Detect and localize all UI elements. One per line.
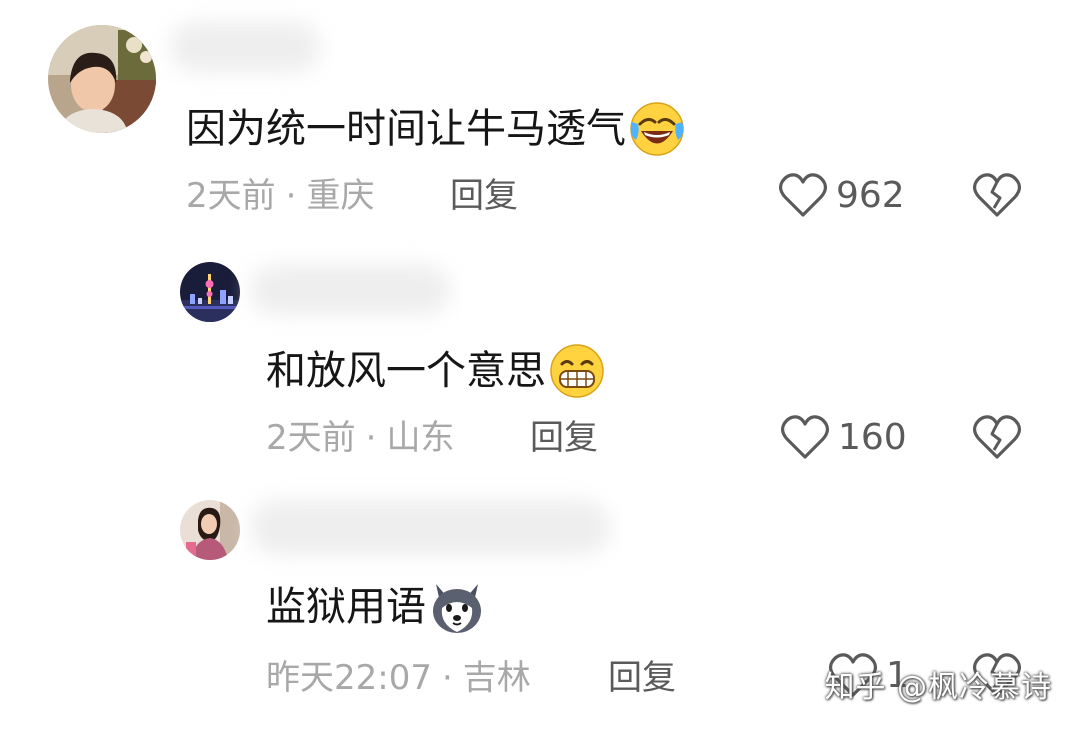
comment-meta: 昨天22:07 · 吉林 — [266, 658, 531, 698]
like-count: 160 — [838, 416, 907, 458]
comment-time: 2天前 — [266, 418, 356, 458]
separator-dot: · — [441, 658, 453, 698]
comment-meta: 2天前 · 山东 — [266, 418, 454, 458]
comment-text: 因为统一时间让牛马透气 — [186, 100, 686, 158]
like-button[interactable]: 962 — [778, 172, 905, 218]
comment-location: 重庆 — [306, 176, 375, 216]
comment-location: 吉林 — [462, 658, 531, 698]
comment-meta: 2天前 · 重庆 — [186, 176, 374, 216]
comment-text-content: 和放风一个意思 — [266, 348, 546, 394]
username-blurred[interactable] — [250, 265, 450, 315]
username-blurred[interactable] — [250, 500, 610, 555]
dislike-button[interactable] — [972, 414, 1022, 464]
avatar[interactable] — [180, 500, 240, 560]
comment-text-content: 监狱用语 — [266, 584, 426, 630]
comment-location: 山东 — [386, 418, 455, 458]
comment-text: 和放风一个意思 — [266, 342, 606, 400]
broken-heart-icon — [972, 415, 1022, 464]
face-rolling-laughing-icon — [628, 100, 686, 158]
separator-dot: · — [365, 418, 377, 458]
heart-icon — [778, 172, 828, 218]
avatar[interactable] — [180, 262, 240, 322]
reply-button[interactable]: 回复 — [450, 176, 518, 216]
comment-text-content: 因为统一时间让牛马透气 — [186, 106, 626, 152]
username-blurred[interactable] — [170, 22, 320, 72]
reply-button[interactable]: 回复 — [530, 418, 598, 458]
like-button[interactable]: 160 — [780, 414, 907, 460]
comment-text: 监狱用语 — [266, 578, 486, 636]
dislike-button[interactable] — [972, 172, 1022, 222]
like-count: 962 — [836, 174, 905, 216]
separator-dot: · — [285, 176, 297, 216]
grinning-teeth-icon — [548, 342, 606, 400]
heart-icon — [780, 414, 830, 460]
broken-heart-icon — [972, 173, 1022, 222]
comment-time: 2天前 — [186, 176, 276, 216]
avatar[interactable] — [48, 25, 156, 133]
watermark: 知乎 @枫冷慕诗 — [824, 670, 1052, 705]
comment-time: 昨天22:07 — [266, 658, 432, 698]
husky-dog-icon — [428, 578, 486, 636]
reply-button[interactable]: 回复 — [608, 658, 676, 698]
